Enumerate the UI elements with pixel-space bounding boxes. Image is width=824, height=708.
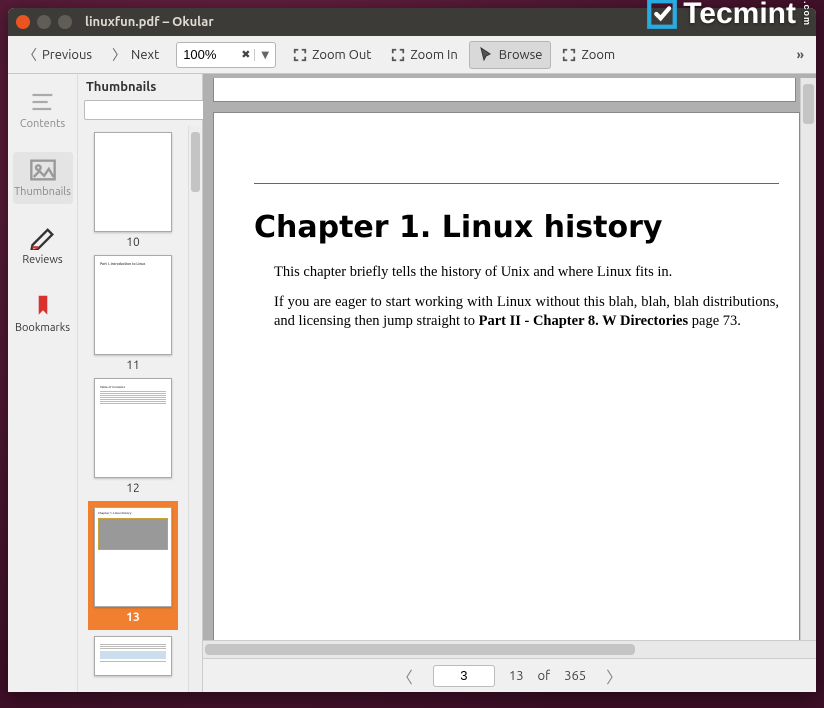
browse-label: Browse bbox=[499, 48, 543, 62]
viewer-horizontal-scrollbar[interactable] bbox=[203, 640, 816, 658]
previous-page-sliver bbox=[213, 78, 796, 102]
zoom-in-icon bbox=[391, 48, 405, 62]
zoom-combo[interactable]: ✖ ▼ bbox=[176, 42, 276, 68]
tab-reviews[interactable]: Reviews bbox=[13, 220, 73, 272]
pager-next-button[interactable]: 〉 bbox=[600, 662, 628, 690]
tab-bookmarks[interactable]: Bookmarks bbox=[13, 288, 73, 340]
scrollbar-thumb[interactable] bbox=[803, 84, 814, 124]
watermark-text: Tecmint bbox=[683, 0, 796, 31]
clear-icon[interactable]: ✖ bbox=[237, 48, 254, 61]
previous-label: Previous bbox=[42, 48, 92, 62]
next-label: Next bbox=[131, 48, 159, 62]
chevron-left-icon: 〈 bbox=[23, 45, 37, 65]
bookmark-icon bbox=[29, 294, 57, 318]
window-close-button[interactable] bbox=[16, 15, 30, 29]
tab-reviews-label: Reviews bbox=[22, 254, 62, 266]
zoom-out-button[interactable]: Zoom Out bbox=[284, 42, 380, 68]
toolbar-overflow-button[interactable]: » bbox=[791, 48, 810, 62]
pager-input[interactable] bbox=[433, 665, 495, 687]
tab-thumbnails-label: Thumbnails bbox=[14, 186, 71, 198]
browse-button[interactable]: Browse bbox=[469, 41, 552, 69]
tab-bookmarks-label: Bookmarks bbox=[15, 322, 70, 334]
previous-button[interactable]: 〈 Previous bbox=[14, 39, 101, 71]
page-area[interactable]: Chapter 1. Linux history This chapter br… bbox=[203, 74, 816, 640]
thumbnails-heading: Thumbnails bbox=[78, 74, 202, 100]
thumb-label: 12 bbox=[126, 482, 140, 495]
zoom-label: Zoom bbox=[581, 48, 615, 62]
tab-thumbnails[interactable]: Thumbnails bbox=[13, 152, 73, 204]
scrollbar-thumb[interactable] bbox=[191, 132, 200, 192]
page-heading: Chapter 1. Linux history bbox=[254, 210, 779, 245]
thumbnails-icon bbox=[29, 158, 57, 182]
contents-icon bbox=[29, 90, 57, 114]
page-navigator: 〈 13 of 365 〉 bbox=[203, 658, 816, 692]
viewer-vertical-scrollbar[interactable] bbox=[800, 78, 816, 640]
thumbnail-filter-row bbox=[78, 100, 202, 126]
para-bold: Part II - Chapter 8. W Directories bbox=[479, 313, 689, 329]
document-page: Chapter 1. Linux history This chapter br… bbox=[213, 112, 800, 640]
zoom-in-button[interactable]: Zoom In bbox=[382, 42, 466, 68]
pager-total: 365 bbox=[564, 669, 586, 683]
zoom-tool-button[interactable]: Zoom bbox=[553, 42, 624, 68]
zoom-icon bbox=[562, 48, 576, 62]
scrollbar-thumb[interactable] bbox=[205, 644, 635, 655]
watermark-suffix: .com bbox=[802, 1, 812, 26]
pager-current: 13 bbox=[509, 669, 524, 683]
tab-contents[interactable]: Contents bbox=[13, 84, 73, 136]
next-button[interactable]: 〉 Next bbox=[103, 39, 168, 71]
chevron-right-icon: 〉 bbox=[112, 45, 126, 65]
para-text: page 73. bbox=[688, 313, 741, 329]
thumb-label: 11 bbox=[126, 359, 140, 372]
cursor-icon bbox=[478, 47, 494, 63]
watermark: Tecmint .com bbox=[645, 0, 812, 31]
window-maximize-button[interactable] bbox=[58, 15, 72, 29]
main-body: Contents Thumbnails Reviews Bookmarks Th… bbox=[8, 74, 816, 692]
tecmint-logo-icon bbox=[645, 0, 679, 31]
zoom-out-icon bbox=[293, 48, 307, 62]
thumbnail-page-13[interactable]: Chapter 1. Linux history 13 bbox=[84, 501, 182, 630]
zoom-in-label: Zoom In bbox=[410, 48, 457, 62]
app-window: linuxfun.pdf – Okular 〈 Previous 〉 Next … bbox=[8, 8, 816, 692]
dropdown-icon[interactable]: ▼ bbox=[254, 49, 275, 61]
page-paragraph-1: This chapter briefly tells the history o… bbox=[274, 263, 779, 283]
thumbnails-scrollbar[interactable] bbox=[188, 126, 202, 692]
window-minimize-button[interactable] bbox=[37, 15, 51, 29]
side-tabs: Contents Thumbnails Reviews Bookmarks bbox=[8, 74, 78, 692]
thumb-label: 13 bbox=[94, 611, 172, 624]
pager-prev-button[interactable]: 〈 bbox=[391, 662, 419, 690]
zoom-input[interactable] bbox=[177, 47, 237, 62]
thumbnail-page-14[interactable] bbox=[84, 636, 182, 676]
thumbnails-panel: Thumbnails 10 Part I. Introduction to Li… bbox=[78, 74, 203, 692]
zoom-out-label: Zoom Out bbox=[312, 48, 371, 62]
pager-of: of bbox=[538, 669, 551, 683]
toolbar: 〈 Previous 〉 Next ✖ ▼ Zoom Out Zoom In B… bbox=[8, 36, 816, 74]
page-paragraph-2: If you are eager to start working with L… bbox=[274, 293, 779, 332]
thumbnail-page-11[interactable]: Part I. Introduction to Linux 11 bbox=[84, 255, 182, 372]
tab-contents-label: Contents bbox=[20, 118, 65, 130]
document-viewer: Chapter 1. Linux history This chapter br… bbox=[203, 74, 816, 692]
thumb-label: 10 bbox=[126, 236, 140, 249]
window-title: linuxfun.pdf – Okular bbox=[85, 15, 214, 29]
thumbnails-list[interactable]: 10 Part I. Introduction to Linux 11 Tabl… bbox=[78, 126, 188, 692]
reviews-icon bbox=[29, 226, 57, 250]
thumbnail-page-10[interactable]: 10 bbox=[84, 132, 182, 249]
thumbnail-page-12[interactable]: Table of Contents 12 bbox=[84, 378, 182, 495]
